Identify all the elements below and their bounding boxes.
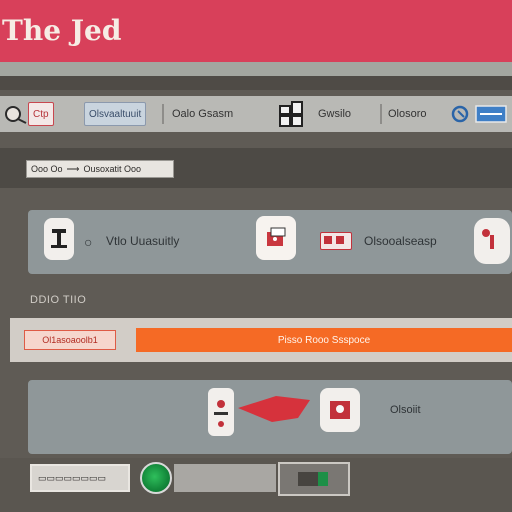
edit-tool[interactable] [450, 96, 470, 132]
section-heading: DDIO TIIO [30, 294, 87, 306]
grid-tool[interactable] [278, 96, 314, 132]
separator [162, 104, 164, 124]
grid-icon [279, 101, 303, 127]
toolbar-item-2[interactable]: Gwsilo [318, 96, 351, 132]
text-field[interactable]: ▭▭▭▭▭▭▭▭ [30, 464, 130, 492]
gift-icon [482, 229, 494, 249]
image-icon [298, 472, 328, 486]
copy-button[interactable] [256, 216, 296, 260]
breadcrumb-item[interactable]: Ousoxatit Ooo [83, 164, 141, 174]
gift-button[interactable] [474, 218, 510, 264]
toolbar: Ctp Olsvaaltuuit Oalo Gsasm Gwsilo Oloso… [0, 96, 512, 132]
input-field[interactable] [174, 464, 276, 492]
status-label: Olsoiit [390, 404, 421, 416]
tab-1[interactable]: Ctp [28, 102, 54, 126]
field-lines: ▭▭▭▭▭▭▭▭ [38, 472, 107, 483]
user-icon [51, 229, 67, 248]
tab-2[interactable]: Olsvaaltuuit [84, 102, 147, 126]
stack-icon [214, 400, 228, 427]
title-bar: The Jed [0, 0, 512, 62]
breadcrumb-item[interactable]: Ooo Oo [31, 164, 63, 174]
toolbar-item-1[interactable]: Oalo Gsasm [172, 96, 233, 132]
window-title: The Jed [2, 14, 122, 47]
primary-button[interactable]: Pisso Rooo Ssspoce [136, 328, 512, 352]
arrow-icon: ⟶ [66, 163, 80, 174]
image-icon [330, 401, 350, 419]
alert-icon [238, 396, 310, 422]
preview-thumbnail[interactable] [278, 462, 350, 496]
separator [380, 104, 382, 124]
avatar [44, 218, 74, 260]
secondary-button[interactable]: Ol1asoaoolb1 [24, 330, 116, 350]
divider [0, 76, 512, 90]
radio-icon[interactable]: ○ [84, 234, 92, 250]
image-button[interactable] [320, 388, 360, 432]
list-item[interactable]: ○ Vtlo Uuasuitly Olsooalseasp [28, 210, 512, 274]
item-label: Vtlo Uuasuitly [106, 234, 180, 248]
breadcrumb: Ooo Oo ⟶ Ousoxatit Ooo [26, 160, 174, 178]
lock-icon[interactable] [320, 232, 352, 250]
sync-icon [475, 105, 507, 123]
toolbar-item-3[interactable]: Olosoro [388, 96, 427, 132]
search-tool[interactable] [2, 96, 28, 132]
edit-icon [451, 105, 469, 123]
list-item[interactable]: Olsoiit [28, 380, 512, 454]
status-label: Olsooalseasp [364, 234, 437, 248]
search-icon [5, 106, 27, 124]
record-toggle[interactable] [140, 462, 172, 494]
stack-button[interactable] [208, 388, 234, 436]
sync-tool[interactable] [474, 96, 508, 132]
divider [0, 62, 512, 76]
copy-icon [267, 227, 286, 246]
